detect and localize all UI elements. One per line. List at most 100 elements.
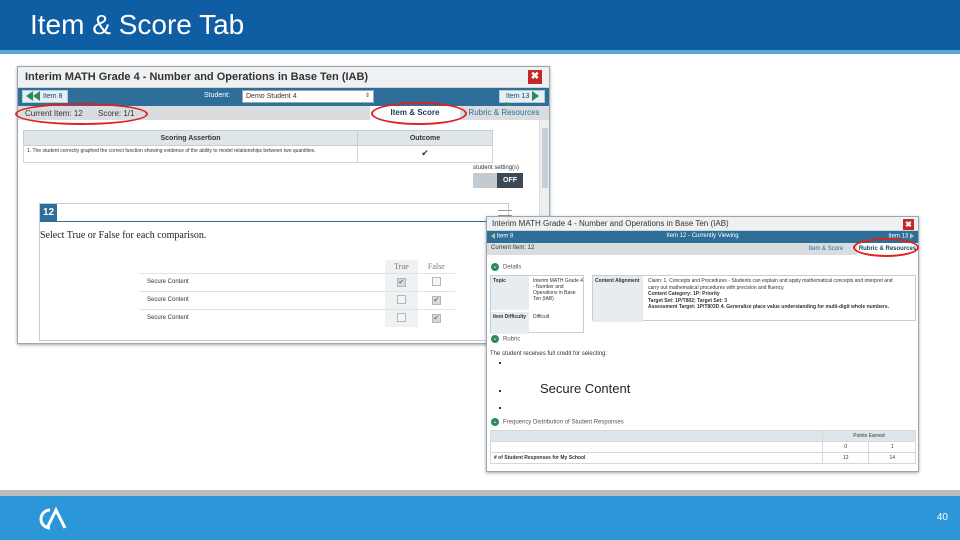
tab-rubric-resources[interactable]: Rubric & Resources bbox=[462, 106, 546, 120]
student-label: Student: bbox=[204, 92, 231, 99]
difficulty-label: Item Difficulty bbox=[491, 312, 529, 334]
details-section-header[interactable]: ⌄ Details bbox=[491, 263, 521, 271]
details-label: Details bbox=[503, 264, 522, 271]
divider bbox=[40, 221, 508, 222]
topic-box: Topic Interim MATH Grade 4 - Number and … bbox=[490, 275, 584, 334]
row-label: Secure Content bbox=[139, 308, 385, 327]
outcome-check-icon: ✔ bbox=[357, 145, 493, 163]
scroll-thumb[interactable] bbox=[542, 128, 548, 188]
frequency-label: Frequency Distribution of Student Respon… bbox=[503, 419, 624, 426]
table-row: 1. The student correctly graphed the cor… bbox=[23, 145, 493, 163]
item-prompt: Select True or False for each comparison… bbox=[40, 230, 207, 241]
highlight-ring bbox=[15, 103, 148, 125]
next-arrow-icon bbox=[532, 91, 540, 102]
topic-label: Topic bbox=[491, 276, 529, 310]
dropdown-arrows-icon: ⇕ bbox=[364, 93, 370, 99]
rubric-label: Rubric bbox=[503, 336, 521, 343]
next-item-label: Item 13 bbox=[506, 93, 530, 100]
highlight-ring bbox=[371, 102, 467, 125]
checkbox-icon bbox=[396, 312, 406, 322]
row-label: Secure Content bbox=[139, 272, 385, 291]
chevron-down-icon: ⌄ bbox=[491, 263, 499, 271]
difficulty-value: Difficult bbox=[533, 314, 550, 320]
alignment-line: Claim: 1. Concepts and Procedures - Stud… bbox=[648, 278, 893, 284]
secure-content-text: Secure Content bbox=[540, 381, 631, 396]
header-underline bbox=[0, 50, 960, 54]
blank-header bbox=[490, 430, 823, 442]
next-arrow-icon bbox=[910, 233, 914, 239]
item-panel: 12 Select True or False for each compari… bbox=[39, 203, 512, 341]
slide: Item & Score Tab Interim MATH Grade 4 - … bbox=[0, 0, 960, 540]
item-number-badge: 12 bbox=[40, 204, 57, 221]
ca-logo-icon bbox=[39, 506, 67, 530]
currently-viewing-label: Item 12 - Currently Viewing bbox=[666, 233, 739, 239]
bullet bbox=[499, 407, 501, 409]
true-checkbox[interactable]: ✔ bbox=[385, 272, 418, 291]
window-title: Interim MATH Grade 4 - Number and Operat… bbox=[487, 217, 918, 231]
frequency-table: Points Earned 0 1 # of Student Responses… bbox=[490, 430, 916, 464]
topic-value: Interim MATH Grade 4 - Number and Operat… bbox=[533, 278, 583, 302]
current-item-label: Current Item: 12 bbox=[491, 245, 535, 251]
scoring-assertion-table: Scoring Assertion Outcome 1. The student… bbox=[23, 130, 493, 163]
count-value: 12 bbox=[821, 452, 870, 464]
chevron-down-icon: ⌄ bbox=[491, 418, 499, 426]
toggle-knob bbox=[473, 173, 497, 188]
tab-item-score[interactable]: Item & Score bbox=[795, 243, 857, 255]
alignment-line: Assessment Target: 1P/T803D 4. Generaliz… bbox=[648, 304, 890, 310]
rubric-text: The student receives full credit for sel… bbox=[490, 351, 608, 357]
false-checkbox[interactable]: ✔ bbox=[417, 290, 455, 309]
rubric-resources-window: Interim MATH Grade 4 - Number and Operat… bbox=[486, 216, 919, 472]
true-checkbox[interactable] bbox=[385, 308, 418, 327]
previous-arrow-icon bbox=[26, 91, 33, 102]
close-icon[interactable]: ✖ bbox=[903, 219, 914, 230]
true-false-table: True False Secure Content ✔ Secure Conte… bbox=[139, 260, 455, 327]
checkbox-icon: ✔ bbox=[431, 295, 441, 305]
rubric-section-header[interactable]: ⌄ Rubric bbox=[491, 335, 520, 343]
false-checkbox[interactable]: ✔ bbox=[417, 308, 455, 327]
bullet bbox=[499, 362, 501, 364]
chevron-down-icon: ⌄ bbox=[491, 335, 499, 343]
slide-title: Item & Score Tab bbox=[30, 9, 245, 40]
close-icon[interactable]: ✖ bbox=[528, 70, 542, 84]
item-navigation-bar: Item 8 Item 12 - Currently Viewing Item … bbox=[487, 231, 918, 243]
alignment-label: Content Alignment bbox=[593, 276, 643, 322]
window-title: Interim MATH Grade 4 - Number and Operat… bbox=[18, 67, 549, 88]
checkbox-icon bbox=[396, 294, 406, 304]
row-label: Secure Content bbox=[139, 290, 385, 309]
student-select-value: Demo Student 4 bbox=[246, 93, 297, 100]
toggle-label: OFF bbox=[503, 177, 517, 184]
table-row: # of Student Responses for My School 12 … bbox=[490, 452, 916, 464]
checkbox-icon: ✔ bbox=[431, 313, 441, 323]
settings-toggle[interactable]: OFF bbox=[473, 173, 523, 188]
table-row: Secure Content ✔ bbox=[139, 272, 455, 291]
outcome-header: Outcome bbox=[357, 130, 493, 146]
row-label: # of Student Responses for My School bbox=[490, 452, 823, 464]
bullet bbox=[499, 390, 501, 392]
previous-item-label: Item 8 bbox=[43, 93, 63, 100]
blank-cell bbox=[490, 441, 823, 453]
count-value: 14 bbox=[868, 452, 916, 464]
frequency-section-header[interactable]: ⌄ Frequency Distribution of Student Respo… bbox=[491, 418, 624, 426]
checkbox-icon: ✔ bbox=[396, 277, 406, 287]
true-checkbox[interactable] bbox=[385, 290, 418, 309]
slide-footer bbox=[0, 496, 960, 540]
scoring-assertion-header: Scoring Assertion bbox=[23, 130, 358, 146]
false-header: False bbox=[427, 261, 445, 271]
table-row: Secure Content ✔ bbox=[139, 290, 455, 309]
student-select[interactable]: Demo Student 4 ⇕ bbox=[242, 90, 374, 103]
true-header: True bbox=[385, 260, 418, 273]
page-number: 40 bbox=[936, 512, 948, 523]
false-checkbox[interactable] bbox=[417, 272, 455, 291]
blank-header bbox=[139, 260, 385, 273]
checkbox-icon bbox=[431, 276, 441, 286]
slide-header: Item & Score Tab bbox=[0, 0, 960, 50]
next-item-button[interactable]: Item 13 bbox=[499, 90, 545, 113]
points-value: 1 bbox=[868, 441, 916, 453]
highlight-ring bbox=[853, 238, 919, 257]
points-earned-header: Points Earned bbox=[822, 430, 916, 442]
previous-arrow-icon bbox=[33, 91, 40, 102]
alignment-text: Claim: 1. Concepts and Procedures - Stud… bbox=[648, 278, 914, 311]
points-value: 0 bbox=[821, 441, 870, 453]
alignment-box: Content Alignment Claim: 1. Concepts and… bbox=[592, 275, 916, 322]
previous-item-button[interactable]: Item 8 bbox=[22, 90, 68, 103]
